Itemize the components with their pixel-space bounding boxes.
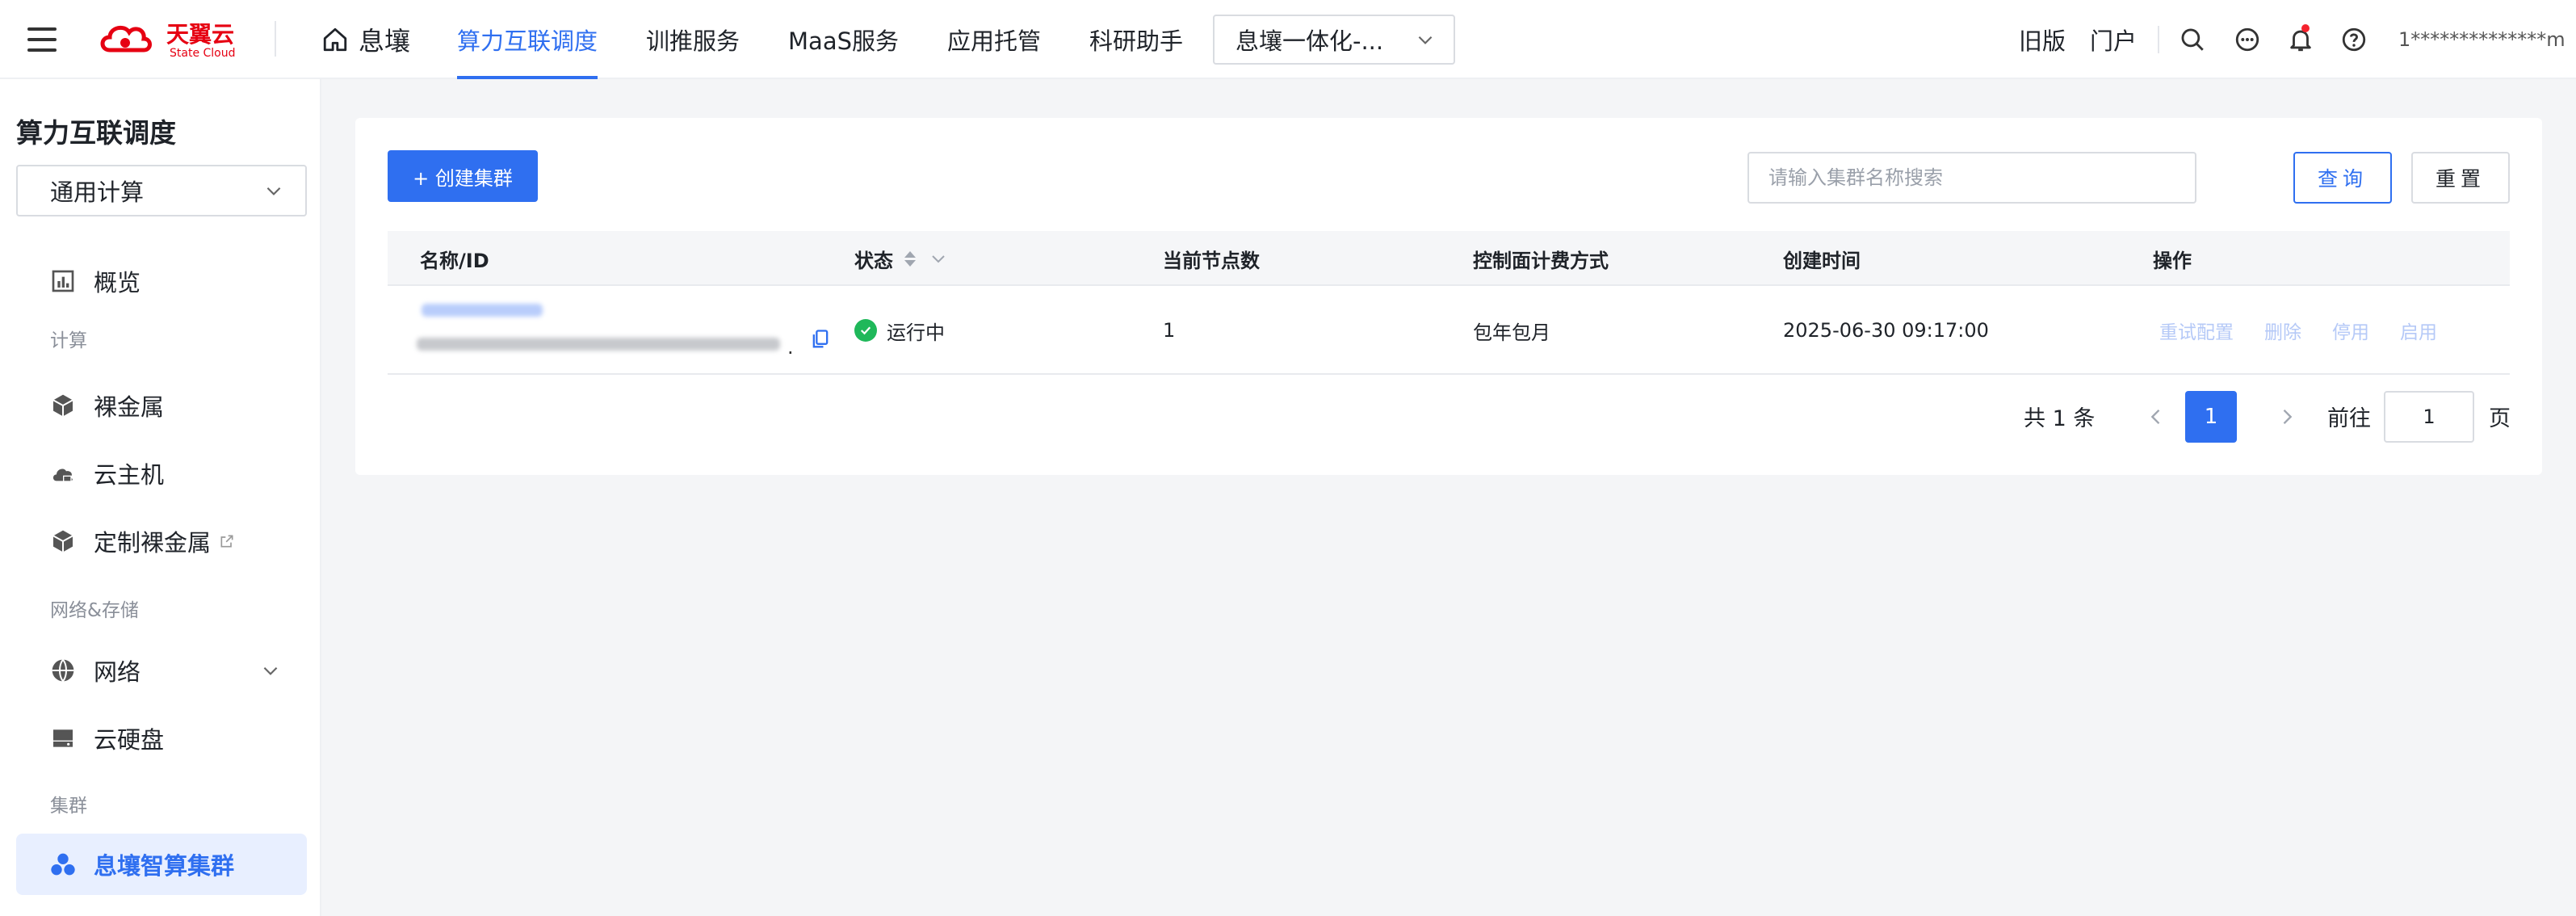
menu-icon[interactable]	[27, 27, 57, 52]
col-nodes: 当前节点数	[1163, 249, 1260, 272]
chevron-down-icon	[1418, 36, 1433, 44]
top-nav: 算力互联调度 训推服务 MaaS服务 应用托管 科研助手	[457, 0, 1231, 79]
col-billing: 控制面计费方式	[1473, 249, 1609, 272]
sidebar-item-bare-metal[interactable]: 裸金属	[16, 375, 307, 436]
nodes-cell: 1	[1163, 319, 1176, 342]
reset-button[interactable]: 重置	[2411, 152, 2510, 204]
cluster-name-link[interactable]	[422, 304, 543, 317]
status-cell: 运行中	[854, 286, 945, 375]
tools-divider	[2158, 26, 2160, 53]
svg-text:State Cloud: State Cloud	[170, 47, 236, 60]
sidebar-item-label: 息壤智算集群	[94, 852, 235, 880]
col-ops: 操作	[2153, 249, 2192, 272]
page-label: 页	[2489, 406, 2511, 431]
home-icon	[323, 27, 347, 52]
sidebar-item-label: 定制裸金属	[94, 529, 212, 557]
disk-icon	[50, 725, 76, 751]
sidebar-item-overview[interactable]: 概览	[16, 250, 307, 312]
check-circle-icon	[854, 319, 877, 342]
retry-config-link[interactable]: 重试配置	[2159, 317, 2234, 344]
svg-text:天翼云: 天翼云	[166, 21, 234, 48]
external-link-icon	[220, 535, 233, 548]
chevron-left-icon[interactable]	[2145, 405, 2167, 428]
pagination: 共 1 条 1 前往 页	[355, 383, 2542, 452]
sidebar-item-label: 概览	[94, 269, 141, 296]
chevron-right-icon[interactable]	[2276, 405, 2298, 428]
portal-link[interactable]: 门户	[2090, 23, 2137, 57]
status-text: 运行中	[887, 321, 945, 344]
nav-maas[interactable]: MaaS服务	[788, 0, 899, 79]
goto-page-input[interactable]	[2384, 391, 2474, 443]
total-count: 共 1 条	[2024, 406, 2096, 431]
filter-chevron-icon[interactable]	[929, 249, 948, 268]
user-account[interactable]: 1**************m	[2398, 28, 2566, 51]
chart-icon	[50, 268, 76, 294]
help-icon[interactable]	[2340, 26, 2368, 53]
sidebar-item-cloud-host[interactable]: 云主机	[16, 443, 307, 504]
delete-link[interactable]: 删除	[2264, 317, 2301, 344]
query-button[interactable]: 查询	[2293, 152, 2392, 204]
home-link[interactable]: 息壤	[321, 21, 410, 58]
nav-research-assistant[interactable]: 科研助手	[1089, 0, 1183, 79]
sidebar-item-smart-cluster[interactable]: 息壤智算集群	[16, 834, 307, 895]
top-bar: 天翼云 State Cloud 息壤 算力互联调度 训推服务 MaaS服务 应用…	[0, 0, 2576, 79]
billing-cell: 包年包月	[1473, 321, 1550, 344]
chevron-down-icon[interactable]	[260, 660, 281, 681]
start-link[interactable]: 启用	[2400, 317, 2437, 344]
sidebar-item-label: 裸金属	[94, 393, 165, 421]
header-divider	[275, 21, 276, 57]
sidebar-item-label: 网络	[94, 658, 141, 686]
home-label: 息壤	[359, 26, 411, 57]
more-chat-icon[interactable]	[2234, 26, 2261, 53]
sidebar-item-network[interactable]: 网络	[16, 640, 307, 701]
old-version-link[interactable]: 旧版	[2019, 23, 2066, 57]
sidebar: 算力互联调度 通用计算 概览 计算 裸金属 云主机 定制裸金属 网络&存储 网络…	[0, 79, 321, 916]
cluster-id	[417, 338, 780, 351]
project-select-value: 息壤一体化-...	[1236, 27, 1384, 55]
copy-icon[interactable]	[809, 328, 832, 351]
bell-icon[interactable]	[2287, 24, 2314, 53]
cluster-icon	[50, 851, 76, 877]
cloud-host-icon	[50, 460, 76, 486]
col-status: 状态	[854, 231, 948, 286]
sidebar-title: 算力互联调度	[16, 117, 176, 149]
compute-type-value: 通用计算	[50, 179, 145, 206]
sidebar-item-custom-bare-metal[interactable]: 定制裸金属	[16, 511, 307, 572]
sidebar-item-label: 云主机	[94, 461, 165, 489]
cube-icon	[50, 528, 76, 554]
id-ellipsis: .	[787, 336, 794, 359]
chevron-down-icon	[266, 187, 281, 195]
nav-compute-scheduling[interactable]: 算力互联调度	[457, 0, 598, 79]
group-label-compute: 计算	[50, 330, 87, 351]
table-row: . 运行中 1 包年包月 2025-06-30 09:17:00 重试配置 删除…	[388, 286, 2510, 375]
group-label-network-storage: 网络&存储	[50, 600, 139, 621]
page-1-button[interactable]: 1	[2185, 391, 2237, 443]
cluster-search-input[interactable]	[1747, 152, 2196, 204]
logo[interactable]: 天翼云 State Cloud	[99, 18, 245, 61]
create-cluster-button[interactable]: + 创建集群	[388, 150, 538, 202]
goto-label: 前往	[2327, 406, 2371, 431]
group-label-cluster: 集群	[50, 796, 87, 817]
nav-app-hosting[interactable]: 应用托管	[947, 0, 1041, 79]
stop-link[interactable]: 停用	[2332, 317, 2369, 344]
col-status-label: 状态	[854, 249, 893, 272]
project-select[interactable]: 息壤一体化-...	[1213, 15, 1455, 65]
globe-icon	[50, 658, 76, 683]
created-cell: 2025-06-30 09:17:00	[1783, 319, 1989, 342]
notification-dot	[2301, 24, 2310, 32]
compute-type-select[interactable]: 通用计算	[16, 165, 307, 216]
col-name: 名称/ID	[420, 249, 489, 272]
header-tools: 旧版 门户 1**************m	[2019, 0, 2576, 79]
col-created: 创建时间	[1783, 249, 1861, 272]
table-header: 名称/ID 状态 当前节点数 控制面计费方式 创建时间 操作	[388, 231, 2510, 286]
ops-cell: 重试配置 删除 停用 启用	[2159, 286, 2468, 375]
cluster-list-card: + 创建集群 查询 重置 名称/ID 状态 当前节点数 控制面计费方式 创建时间…	[355, 118, 2542, 475]
search-icon[interactable]	[2179, 26, 2206, 53]
sidebar-item-cloud-disk[interactable]: 云硬盘	[16, 708, 307, 769]
cube-icon	[50, 393, 76, 418]
nav-training-inference[interactable]: 训推服务	[646, 0, 740, 79]
sort-icon[interactable]	[904, 250, 916, 267]
sidebar-item-label: 云硬盘	[94, 726, 165, 754]
